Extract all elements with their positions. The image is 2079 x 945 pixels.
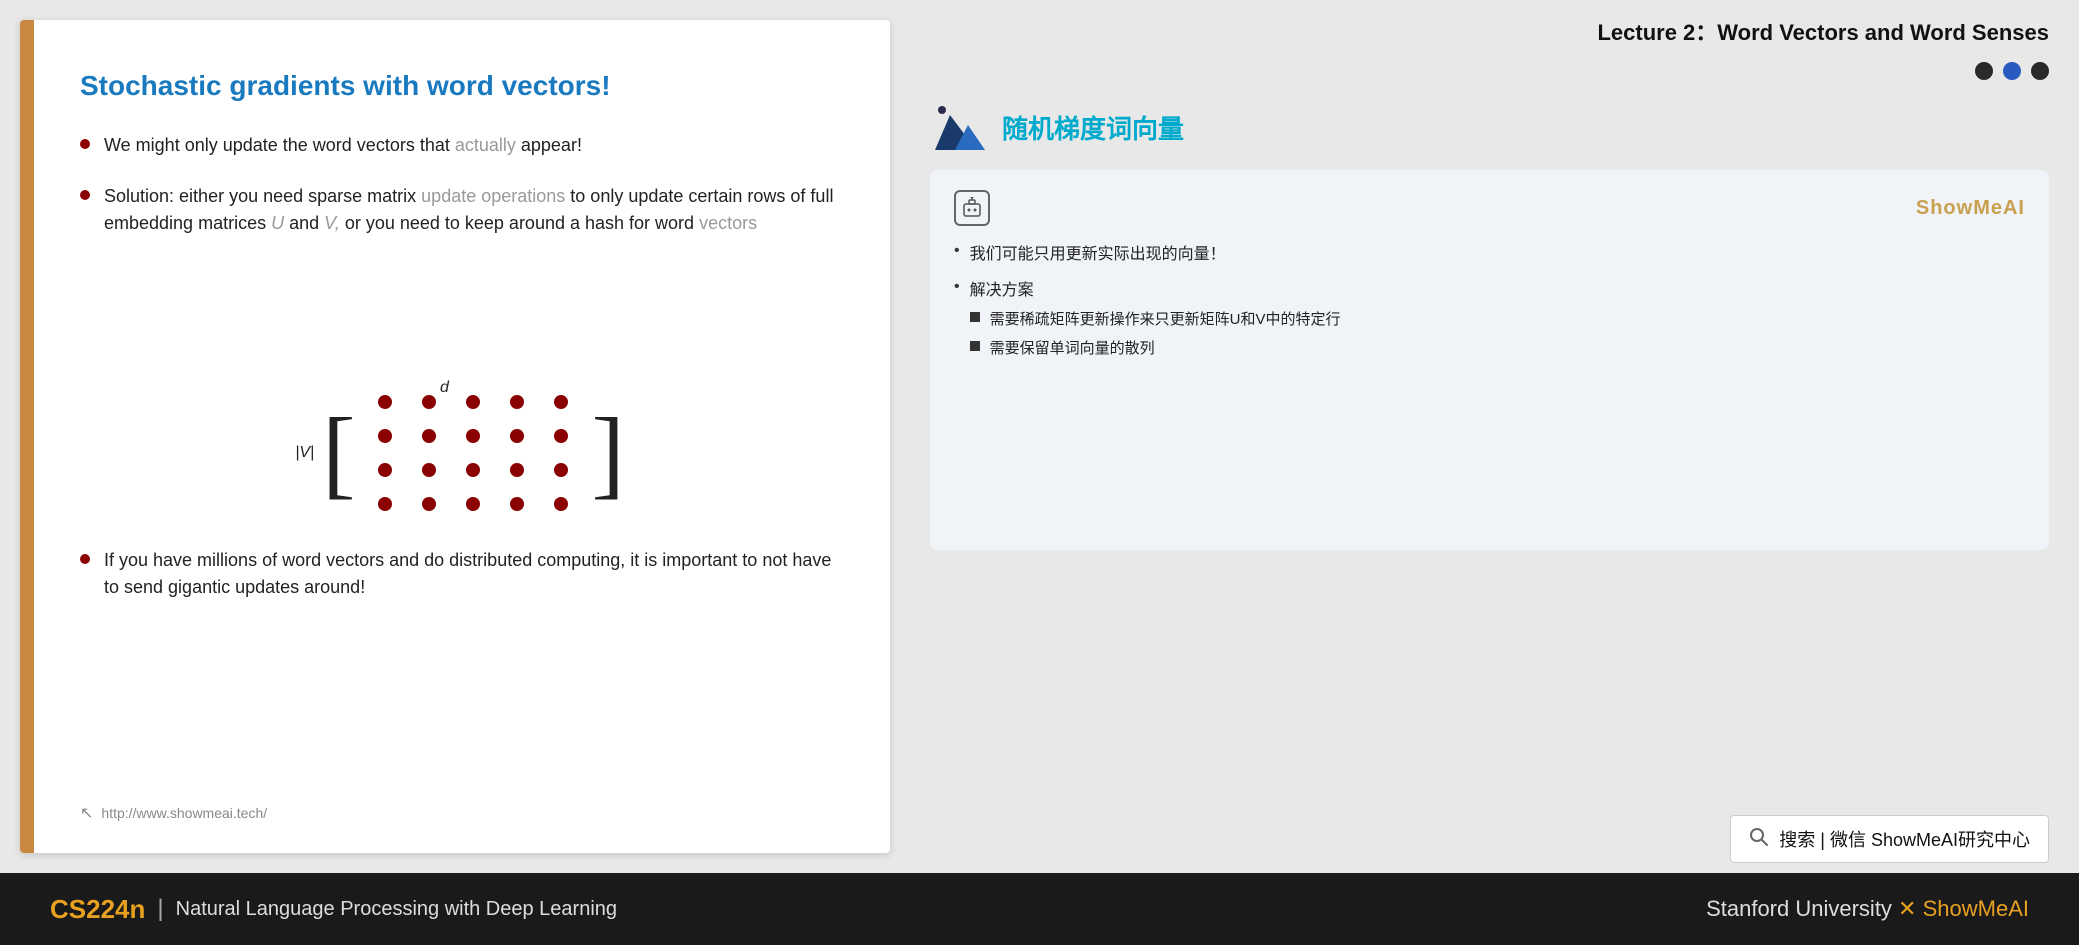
dot-r3c4 — [510, 463, 524, 477]
dot-r2c3 — [466, 429, 480, 443]
dot-r1c3 — [466, 395, 480, 409]
search-area: 搜索 | 微信 ShowMeAI研究中心 — [930, 795, 2049, 863]
main-content: Stochastic gradients with word vectors! … — [0, 0, 2079, 873]
bottom-subtitle: Natural Language Processing with Deep Le… — [176, 898, 617, 921]
sub-bullet-square-2 — [970, 341, 980, 351]
search-icon — [1749, 827, 1769, 852]
ann-bullet-text-1: 我们可能只用更新实际出现的向量！ — [970, 240, 1226, 264]
dot-r2c1 — [378, 429, 392, 443]
bullet-1: We might only update the word vectors th… — [80, 132, 840, 159]
slide-bullets-2: If you have millions of word vectors and… — [80, 547, 840, 784]
slide-bullets: We might only update the word vectors th… — [80, 132, 840, 369]
cursor-icon: ↖ — [80, 803, 93, 823]
matrix-label-d: d — [440, 379, 449, 397]
dot-r4c4 — [510, 497, 524, 511]
slide-footer: ↖ http://www.showmeai.tech/ — [80, 803, 840, 823]
annotation-title-cn: 随机梯度词向量 — [1002, 109, 1184, 146]
dot-r1c5 — [554, 395, 568, 409]
dot-r2c5 — [554, 429, 568, 443]
dot-r3c2 — [422, 463, 436, 477]
sub-bullet-text-2: 需要保留单词向量的散列 — [990, 337, 1155, 358]
bottom-course: CS224n — [50, 894, 145, 925]
dot-r2c4 — [510, 429, 524, 443]
slide-left-bar — [20, 20, 34, 853]
right-panel: Lecture 2：Word Vectors and Word Senses 随… — [910, 0, 2079, 873]
icon-svg — [930, 100, 990, 155]
dot-r3c3 — [466, 463, 480, 477]
matrix-right-bracket: ] — [591, 410, 624, 495]
bullet-dot-2 — [80, 190, 90, 200]
robot-icon — [954, 190, 990, 226]
sub-bullet-2: 需要保留单词向量的散列 — [970, 337, 1341, 358]
bullet-2: Solution: either you need sparse matrix … — [80, 183, 840, 237]
annotation-bullets: • 我们可能只用更新实际出现的向量！ • 解决方案 需要稀疏矩阵更新操作来只更新… — [954, 240, 2025, 366]
nav-dot-2[interactable] — [2003, 62, 2021, 80]
dot-r1c1 — [378, 395, 392, 409]
dot-r3c1 — [378, 463, 392, 477]
annotation-card-header: ShowMeAI — [954, 190, 2025, 226]
lecture-title: Lecture 2：Word Vectors and Word Senses — [930, 15, 2049, 47]
ann-bullet-1: • 我们可能只用更新实际出现的向量！ — [954, 240, 2025, 264]
x-symbol: ✕ — [1898, 896, 1916, 921]
stanford-text: Stanford University — [1706, 896, 1898, 921]
dot-r4c2 — [422, 497, 436, 511]
bullet-3: If you have millions of word vectors and… — [80, 547, 840, 601]
slide-panel: Stochastic gradients with word vectors! … — [20, 20, 890, 853]
ann-bullet-text-2: 解决方案 — [970, 276, 1341, 300]
sub-bullet-1: 需要稀疏矩阵更新操作来只更新矩阵U和V中的特定行 — [970, 308, 1341, 329]
sub-bullet-text-1: 需要稀疏矩阵更新操作来只更新矩阵U和V中的特定行 — [990, 308, 1341, 329]
bottom-right: Stanford University ✕ ShowMeAI — [1706, 896, 2029, 922]
nav-dots — [930, 62, 2049, 80]
bullet-dot-1 — [80, 139, 90, 149]
showmeai-brand: ShowMeAI — [1916, 197, 2025, 220]
ann-bullet-2: • 解决方案 需要稀疏矩阵更新操作来只更新矩阵U和V中的特定行 需要保留单词向量… — [954, 276, 2025, 366]
ann-bullet-dot-1: • — [954, 242, 960, 260]
dot-r4c5 — [554, 497, 568, 511]
nav-dot-1[interactable] — [1975, 62, 1993, 80]
search-bar[interactable]: 搜索 | 微信 ShowMeAI研究中心 — [1730, 815, 2049, 863]
footer-url[interactable]: http://www.showmeai.tech/ — [101, 805, 267, 821]
dot-r1c4 — [510, 395, 524, 409]
showmeai-text: ShowMeAI — [1923, 896, 2029, 921]
sub-bullets: 需要稀疏矩阵更新操作来只更新矩阵U和V中的特定行 需要保留单词向量的散列 — [970, 308, 1341, 358]
annotation-header: 随机梯度词向量 — [930, 100, 2049, 155]
bullet-dot-3 — [80, 554, 90, 564]
dot-r4c3 — [466, 497, 480, 511]
bottom-bar: CS224n | Natural Language Processing wit… — [0, 873, 2079, 945]
nav-dot-3[interactable] — [2031, 62, 2049, 80]
ann-bullet-dot-2: • — [954, 278, 960, 296]
dot-r1c2 — [422, 395, 436, 409]
bullet-text-1: We might only update the word vectors th… — [104, 132, 840, 159]
matrix-dots-grid — [355, 379, 591, 527]
dot-r4c1 — [378, 497, 392, 511]
dot-r3c5 — [554, 463, 568, 477]
matrix-left-bracket: [ — [322, 410, 355, 495]
sub-bullet-square-1 — [970, 312, 980, 322]
bottom-left: CS224n | Natural Language Processing wit… — [50, 894, 617, 925]
matrix-container: d |V| [ — [80, 379, 840, 527]
bullet-text-3: If you have millions of word vectors and… — [104, 547, 840, 601]
annotation-card: ShowMeAI • 我们可能只用更新实际出现的向量！ • 解决方案 需要稀疏矩… — [930, 170, 2049, 550]
bullet-text-2: Solution: either you need sparse matrix … — [104, 183, 840, 237]
matrix-label-v: |V| — [295, 444, 314, 462]
slide-title: Stochastic gradients with word vectors! — [80, 70, 840, 102]
annotation-icon-shape — [930, 100, 990, 155]
search-text: 搜索 | 微信 ShowMeAI研究中心 — [1779, 826, 2030, 852]
bottom-divider: | — [157, 895, 163, 923]
ann-bullet-content-2: 解决方案 需要稀疏矩阵更新操作来只更新矩阵U和V中的特定行 需要保留单词向量的散… — [970, 276, 1341, 366]
dot-r2c2 — [422, 429, 436, 443]
